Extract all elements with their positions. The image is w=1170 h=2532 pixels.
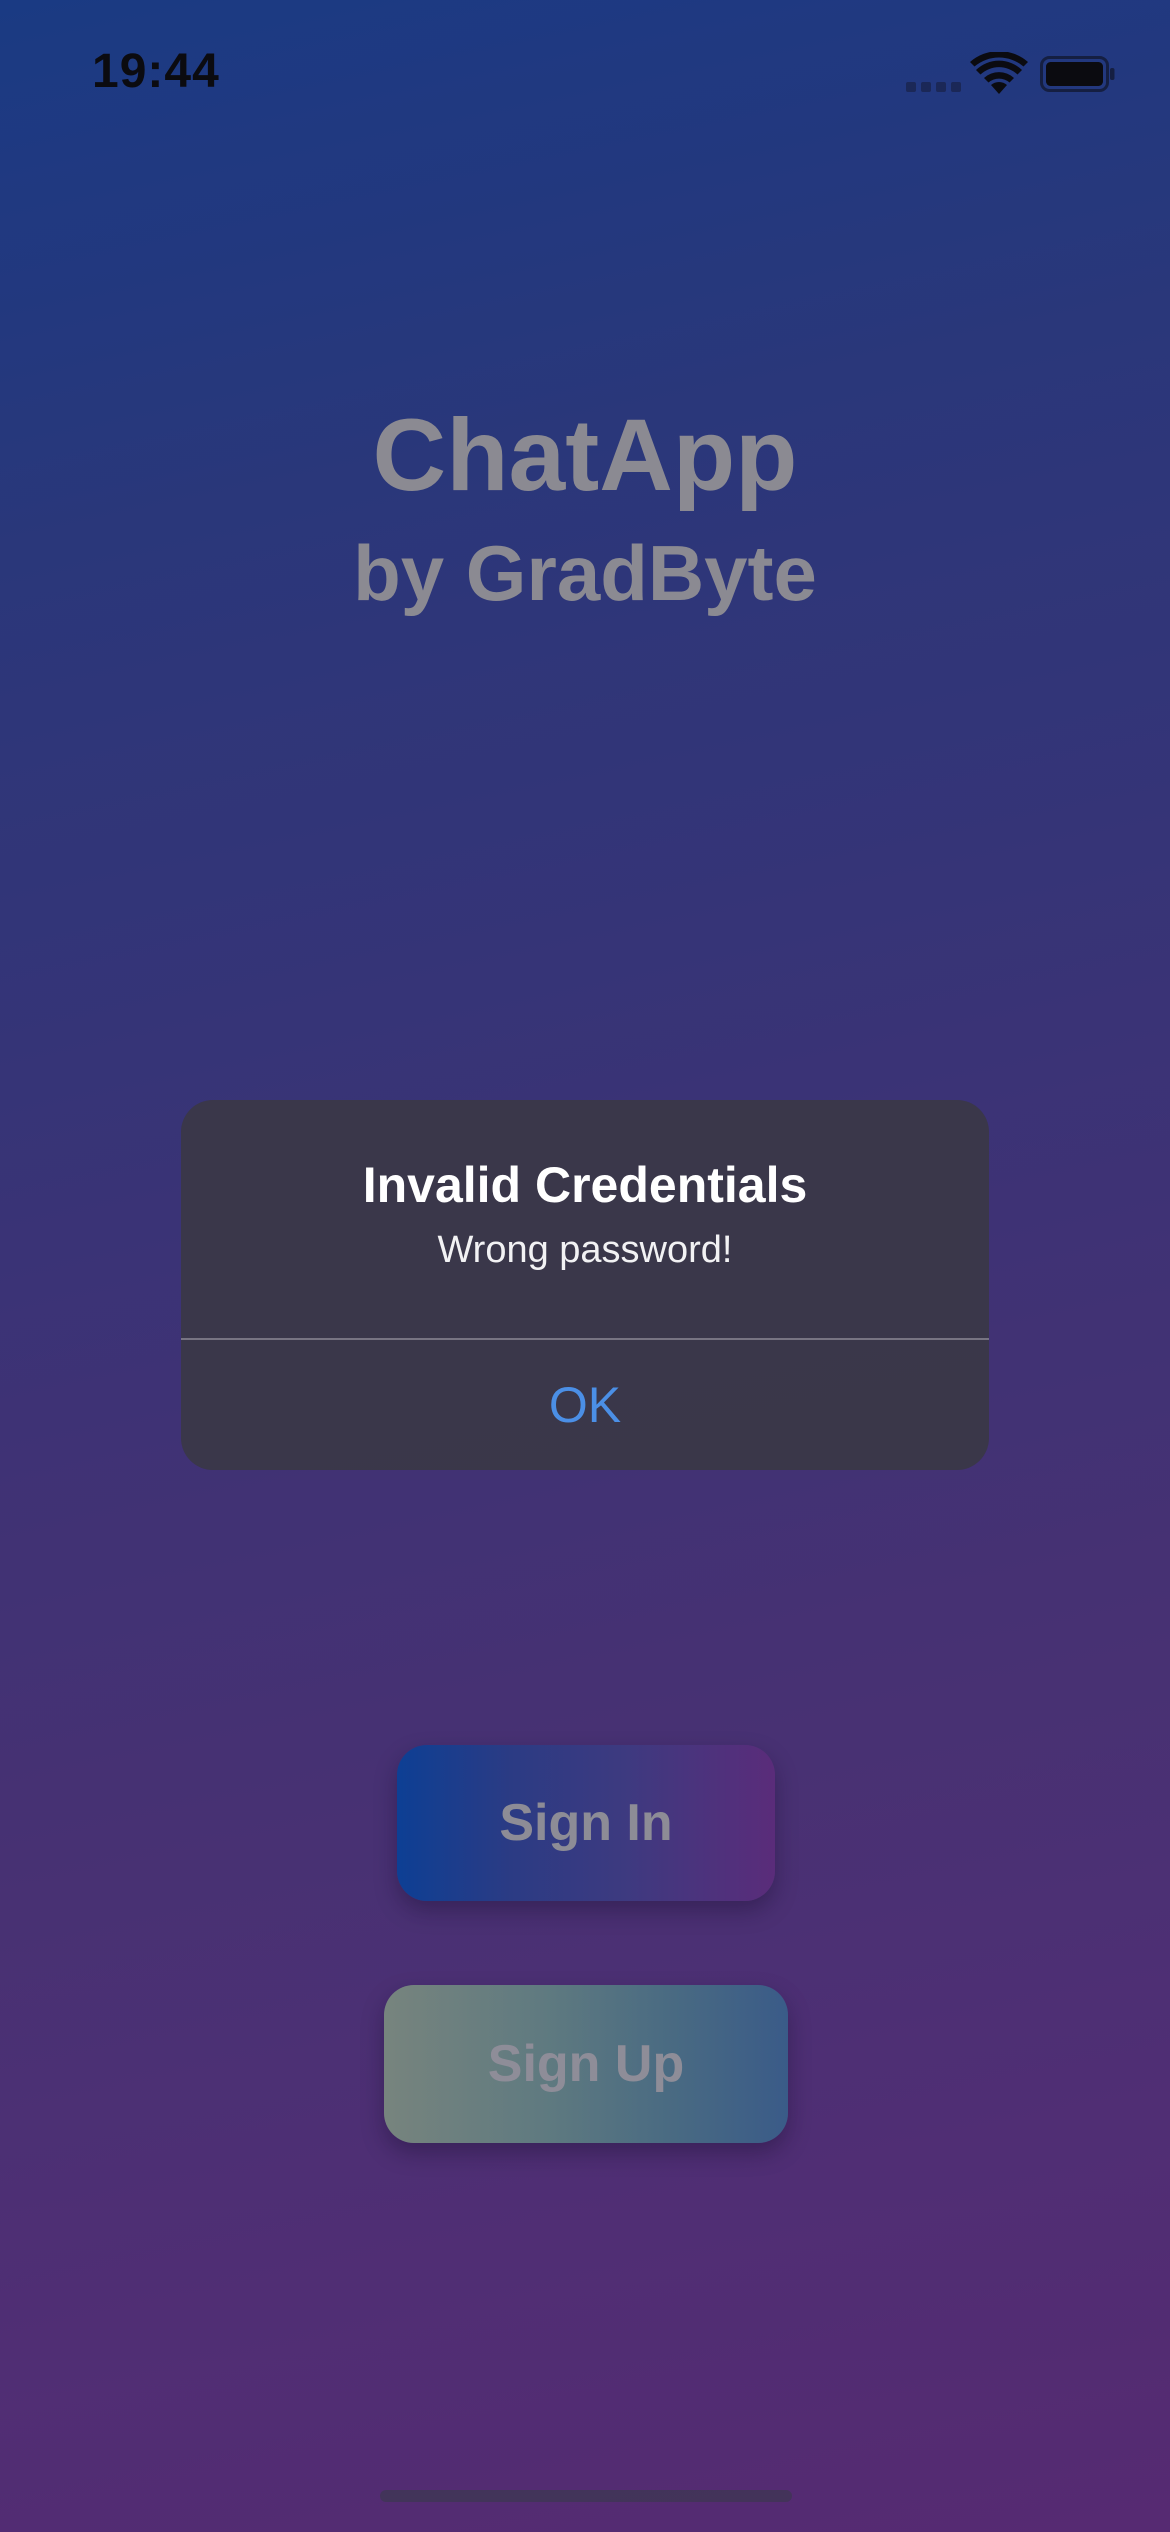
alert-ok-button[interactable]: OK: [181, 1340, 989, 1470]
status-bar: 19:44: [0, 0, 1170, 150]
alert-title: Invalid Credentials: [362, 1157, 808, 1213]
sign-up-button[interactable]: Sign Up: [384, 1985, 788, 2143]
home-indicator[interactable]: [380, 2490, 792, 2502]
wifi-icon: [970, 52, 1028, 94]
alert-message: Wrong password!: [437, 1229, 733, 1271]
cellular-signal-icon: [906, 82, 962, 92]
invalid-credentials-alert: Invalid Credentials Wrong password! OK: [181, 1100, 989, 1470]
battery-icon: [1040, 56, 1115, 92]
status-time: 19:44: [92, 45, 220, 98]
sign-in-button[interactable]: Sign In: [397, 1745, 775, 1901]
app-subtitle: by GradByte: [353, 529, 817, 617]
app-title: ChatApp: [372, 398, 798, 512]
